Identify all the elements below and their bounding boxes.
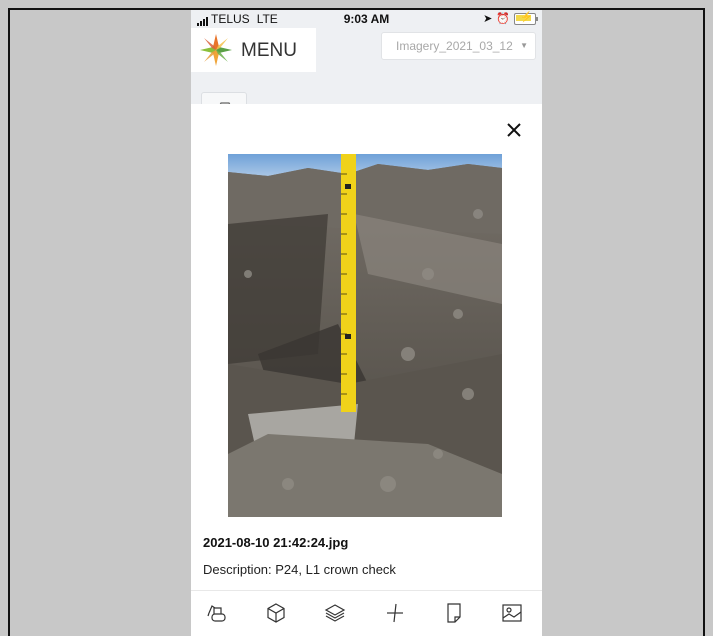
photo-file-name: 2021-08-10 21:42:24.jpg — [203, 535, 349, 550]
layers-icon — [324, 604, 346, 622]
image-icon — [502, 604, 522, 622]
imagery-dropdown-value: Imagery_2021_03_12 — [396, 39, 513, 53]
layers-button[interactable] — [322, 600, 348, 626]
bottom-toolbar — [191, 592, 542, 636]
cube-icon — [267, 603, 285, 623]
photo-description: Description: P24, L1 crown check — [203, 562, 396, 577]
phone-screen: TELUS LTE 9:03 AM ➤ ⏰ ⚡ MENU Imagery_202… — [191, 10, 542, 636]
location-arrow-icon: ➤ — [483, 13, 493, 25]
notes-button[interactable] — [441, 600, 467, 626]
photos-button[interactable] — [499, 600, 525, 626]
divider — [191, 590, 542, 591]
note-icon — [447, 603, 461, 623]
imagery-dropdown[interactable]: Imagery_2021_03_12 ▼ — [381, 32, 536, 60]
excavator-tool-button[interactable] — [205, 600, 231, 626]
compass-star-logo-icon — [200, 34, 232, 66]
menu-button[interactable]: MENU — [191, 28, 316, 72]
close-icon[interactable] — [502, 118, 526, 142]
3d-view-button[interactable] — [263, 600, 289, 626]
measure-tool-button[interactable] — [382, 600, 408, 626]
caret-down-icon: ▼ — [520, 41, 528, 50]
alarm-icon: ⏰ — [496, 13, 510, 25]
excavator-icon — [207, 605, 226, 622]
battery-icon: ⚡ — [514, 12, 538, 25]
measure-icon — [387, 603, 403, 623]
status-icons: ➤ ⏰ ⚡ — [483, 12, 538, 25]
site-photo — [228, 154, 502, 517]
status-bar: TELUS LTE 9:03 AM ➤ ⏰ ⚡ — [191, 10, 542, 28]
menu-label: MENU — [241, 40, 297, 61]
